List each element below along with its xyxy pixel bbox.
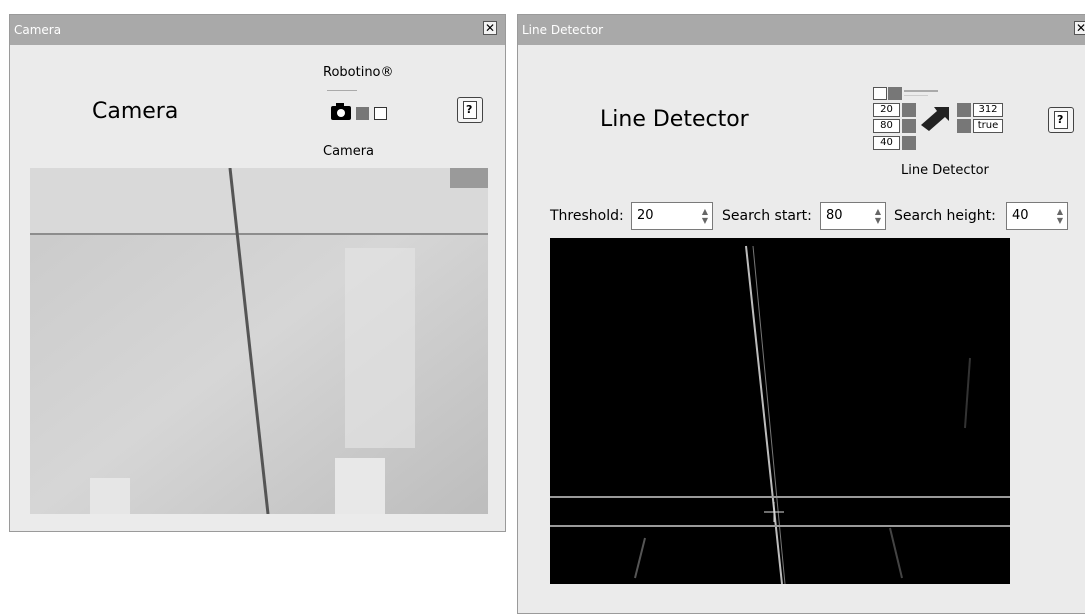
help-icon[interactable]: ?	[1048, 107, 1074, 133]
line-detector-titlebar[interactable]: Line Detector	[518, 15, 1085, 45]
camera-icon-caption: Camera	[323, 144, 375, 159]
icon-input-threshold: 20	[873, 103, 900, 117]
line-detector-block-icon: 20 80 40 312 true	[873, 85, 1013, 157]
camera-heading: Camera	[92, 99, 179, 124]
search-start-label: Search start:	[722, 208, 812, 224]
camera-window: Camera ✕ Camera Robotino® Camera ?	[9, 14, 506, 532]
camera-image	[30, 168, 488, 514]
line-detector-view	[550, 238, 1010, 584]
camera-titlebar[interactable]: Camera	[10, 15, 505, 45]
icon-output-position: 312	[973, 103, 1003, 117]
search-start-stepper[interactable]: ▲ ▼	[873, 207, 883, 225]
close-icon[interactable]: ✕	[483, 21, 497, 35]
brand-underline	[327, 90, 357, 91]
line-detector-title: Line Detector	[522, 23, 604, 37]
icon-input-search-start: 80	[873, 119, 900, 133]
threshold-label: Threshold:	[550, 208, 624, 224]
line-detector-icon-caption: Line Detector	[901, 163, 989, 178]
search-start-input[interactable]: 80 ▲ ▼	[820, 202, 886, 230]
threshold-stepper[interactable]: ▲ ▼	[700, 207, 710, 225]
search-height-input[interactable]: 40 ▲ ▼	[1006, 202, 1068, 230]
camera-title: Camera	[14, 23, 62, 37]
line-detector-heading: Line Detector	[600, 107, 749, 132]
line-detector-window: Line Detector ✕ Line Detector 20 80 40 3…	[517, 14, 1085, 614]
robotino-brand: Robotino®	[323, 65, 394, 80]
icon-output-found: true	[973, 119, 1003, 133]
close-icon[interactable]: ✕	[1074, 21, 1085, 35]
camera-icon	[327, 103, 407, 125]
search-height-stepper[interactable]: ▲ ▼	[1055, 207, 1065, 225]
help-icon[interactable]: ?	[457, 97, 483, 123]
search-height-label: Search height:	[894, 208, 996, 224]
threshold-input[interactable]: 20 ▲ ▼	[631, 202, 713, 230]
icon-input-search-height: 40	[873, 136, 900, 150]
